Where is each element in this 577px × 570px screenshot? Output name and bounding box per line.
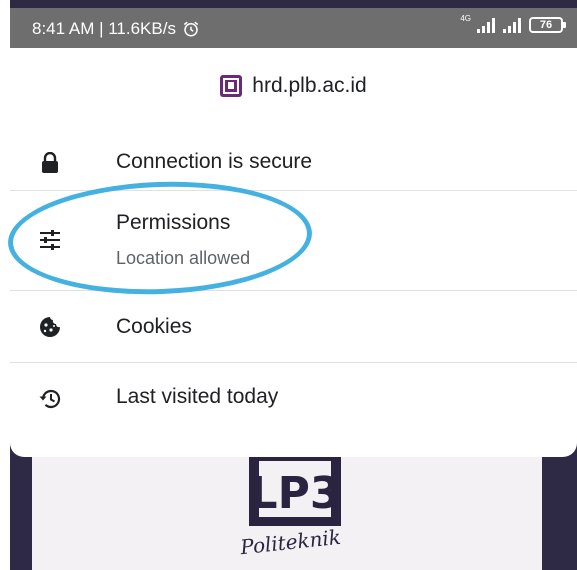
status-time-speed: 8:41 AM | 11.6KB/s — [32, 19, 176, 38]
cookies-row[interactable]: Cookies — [10, 291, 577, 361]
permissions-row[interactable]: Permissions Location allowed — [10, 191, 577, 289]
permissions-label: Permissions — [116, 211, 231, 234]
svg-text:LP3: LP3 — [250, 468, 341, 519]
permissions-sublabel: Location allowed — [116, 248, 251, 268]
network-type-label: 4G — [460, 14, 471, 23]
history-label: Last visited today — [116, 385, 279, 408]
connection-security-label: Connection is secure — [116, 150, 313, 173]
connection-security-row[interactable]: Connection is secure — [10, 138, 577, 188]
site-info-sheet: hrd.plb.ac.id Connection is secure Permi… — [10, 48, 577, 457]
battery-level: 76 — [539, 19, 553, 31]
status-bar: 8:41 AM | 11.6KB/s 4G 76 — [10, 8, 577, 48]
tune-icon — [38, 228, 62, 252]
battery-icon: 76 — [529, 17, 566, 33]
cookies-label: Cookies — [116, 315, 192, 338]
cookie-icon — [38, 315, 62, 339]
site-favicon-icon — [220, 75, 243, 97]
site-url: hrd.plb.ac.id — [252, 74, 367, 97]
lock-icon — [38, 151, 62, 175]
history-icon — [38, 387, 62, 411]
site-header: hrd.plb.ac.id — [10, 70, 577, 102]
alarm-icon — [183, 21, 199, 37]
politeknik-logo-icon: LP3 — [249, 456, 341, 526]
signal-icon — [477, 17, 495, 33]
signal-icon — [503, 17, 521, 33]
history-row[interactable]: Last visited today — [10, 363, 577, 433]
